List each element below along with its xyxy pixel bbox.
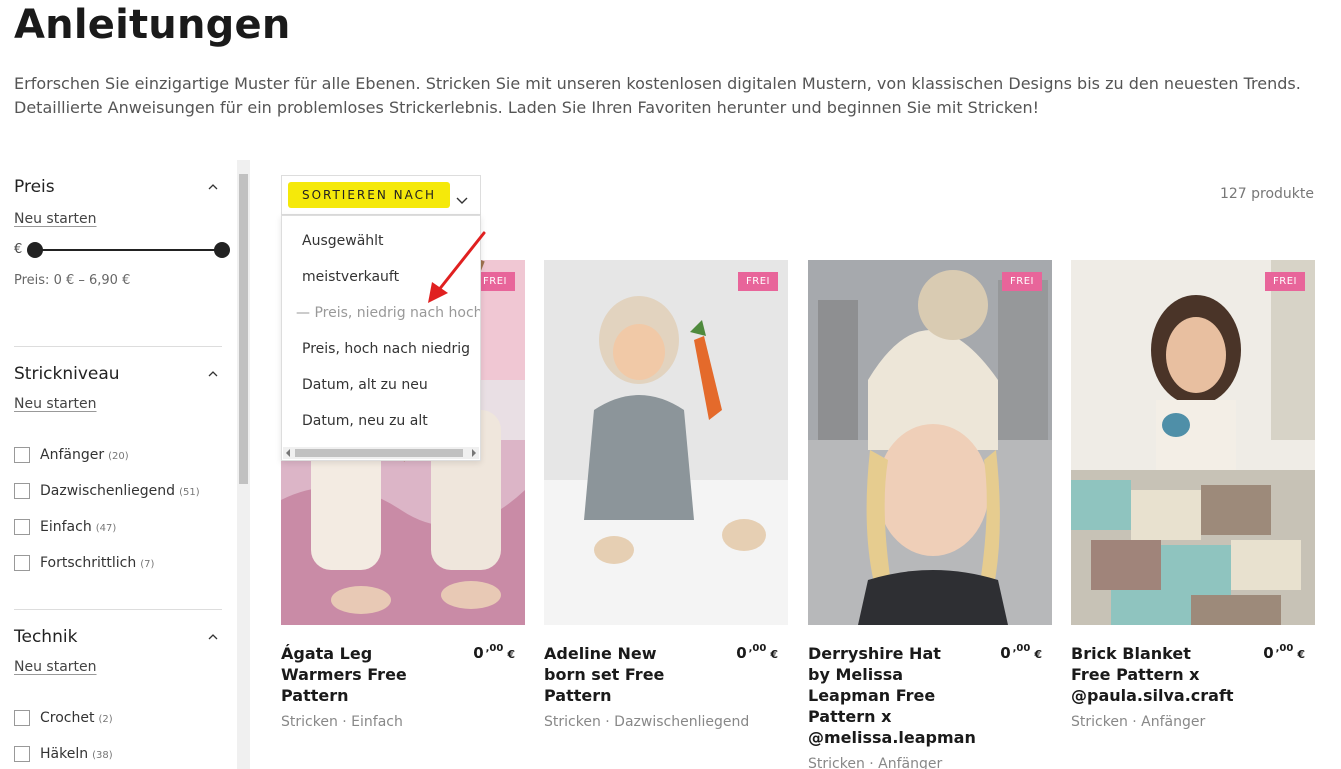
product-name[interactable]: Adeline New born set Free Pattern [544, 643, 694, 706]
checkbox[interactable] [14, 447, 30, 463]
slider-max-handle[interactable] [214, 242, 230, 258]
product-meta: Stricken · Anfänger [808, 756, 943, 769]
product-image[interactable]: FREI [1071, 260, 1315, 625]
option-count: (47) [95, 522, 117, 534]
product-meta: Stricken · Einfach [281, 714, 403, 730]
facet-price-header[interactable]: Preis [14, 175, 222, 199]
free-badge: FREI [1002, 272, 1042, 291]
price-range-text: Preis: 0 € – 6,90 € [14, 273, 131, 288]
product-name[interactable]: Ágata Leg Warmers Free Pattern [281, 643, 431, 706]
option-count: (20) [108, 450, 129, 462]
dropdown-horizontal-scrollbar[interactable] [283, 447, 479, 459]
sort-select[interactable]: SORTIEREN NACH [281, 175, 481, 215]
product-count: 127 produkte [1219, 186, 1314, 202]
divider [14, 609, 222, 610]
facet-technique: Technik Neu starten [14, 625, 222, 675]
option-count: (2) [98, 713, 113, 725]
price-range-slider[interactable]: € [14, 241, 230, 261]
facet-price: Preis Neu starten € Preis: 0 € – 6,90 € [14, 175, 230, 288]
option-label: Fortschrittlich [40, 555, 137, 571]
product-price: 0,00 € [473, 643, 515, 662]
sidebar-scrollbar[interactable] [237, 160, 250, 769]
annotation-arrow-icon [428, 231, 486, 303]
technique-reset-link[interactable]: Neu starten [14, 659, 97, 675]
slider-track[interactable] [34, 249, 222, 251]
product-price: 0,00 € [1000, 643, 1042, 662]
sort-label: SORTIEREN NACH [288, 182, 450, 208]
chevron-up-icon[interactable] [208, 369, 218, 379]
technique-option-haekeln[interactable]: Häkeln (38) [14, 745, 113, 763]
product-card[interactable]: FREI Brick Blanket Free Pattern x @paula… [1071, 260, 1315, 730]
option-label: Häkeln [40, 746, 89, 762]
product-meta: Stricken · Dazwischenliegend [544, 714, 750, 730]
sort-option-date-asc[interactable]: Datum, alt zu neu [302, 377, 428, 393]
facet-level: Strickniveau Neu starten [14, 362, 222, 412]
technique-option-crochet[interactable]: Crochet (2) [14, 709, 113, 727]
option-count: (7) [140, 558, 155, 570]
scroll-left-icon[interactable] [286, 449, 290, 457]
product-price: 0,00 € [1263, 643, 1305, 662]
option-label: Anfänger [40, 447, 105, 463]
product-card[interactable]: FREI Derryshire Hat by Melissa Leapman F… [808, 260, 1052, 769]
page-title: Anleitungen [14, 2, 291, 48]
facet-technique-header[interactable]: Technik [14, 625, 222, 649]
product-price: 0,00 € [736, 643, 778, 662]
scroll-right-icon[interactable] [472, 449, 476, 457]
option-label: Dazwischenliegend [40, 483, 176, 499]
checkbox[interactable] [14, 483, 30, 499]
divider [14, 346, 222, 347]
sort-option-best-selling[interactable]: meistverkauft [302, 269, 399, 285]
chevron-down-icon [456, 190, 468, 209]
sort-option-featured[interactable]: Ausgewählt [302, 233, 384, 249]
free-badge: FREI [1265, 272, 1305, 291]
facet-technique-title: Technik [14, 627, 78, 647]
option-count: (38) [92, 749, 113, 761]
sort-option-date-desc[interactable]: Datum, neu zu alt [302, 413, 428, 429]
filter-sidebar: Preis Neu starten € Preis: 0 € – 6,90 € … [0, 160, 250, 769]
checkbox[interactable] [14, 746, 30, 762]
product-image[interactable]: FREI [808, 260, 1052, 625]
checkbox[interactable] [14, 710, 30, 726]
slider-min-handle[interactable] [27, 242, 43, 258]
level-option-anfaenger[interactable]: Anfänger (20) [14, 446, 129, 464]
sort-option-price-desc[interactable]: Preis, hoch nach niedrig [302, 341, 470, 357]
option-count: (51) [179, 486, 200, 498]
chevron-up-icon[interactable] [208, 632, 218, 642]
facet-level-header[interactable]: Strickniveau [14, 362, 222, 386]
product-name[interactable]: Brick Blanket Free Pattern x @paula.silv… [1071, 643, 1234, 706]
sidebar-scroll-thumb[interactable] [239, 174, 248, 484]
checkbox[interactable] [14, 555, 30, 571]
product-image[interactable]: FREI [544, 260, 788, 625]
product-name[interactable]: Derryshire Hat by Melissa Leapman Free P… [808, 643, 976, 748]
level-option-fortschrittlich[interactable]: Fortschrittlich (7) [14, 554, 154, 572]
chevron-up-icon[interactable] [208, 182, 218, 192]
level-reset-link[interactable]: Neu starten [14, 396, 97, 412]
option-label: Einfach [40, 519, 92, 535]
price-reset-link[interactable]: Neu starten [14, 211, 97, 227]
free-badge: FREI [738, 272, 778, 291]
checkbox[interactable] [14, 519, 30, 535]
price-currency-label: € [14, 242, 23, 257]
option-label: Crochet [40, 710, 95, 726]
dropdown-scroll-thumb[interactable] [295, 449, 463, 457]
level-option-einfach[interactable]: Einfach (47) [14, 518, 116, 536]
facet-level-title: Strickniveau [14, 364, 120, 384]
product-meta: Stricken · Anfänger [1071, 714, 1206, 730]
product-card[interactable]: FREI Adeline New born set Free Pattern 0… [544, 260, 788, 730]
page-intro: Erforschen Sie einzigartige Muster für a… [14, 74, 1301, 117]
facet-price-title: Preis [14, 177, 55, 197]
level-option-dazwischenliegend[interactable]: Dazwischenliegend (51) [14, 482, 200, 500]
